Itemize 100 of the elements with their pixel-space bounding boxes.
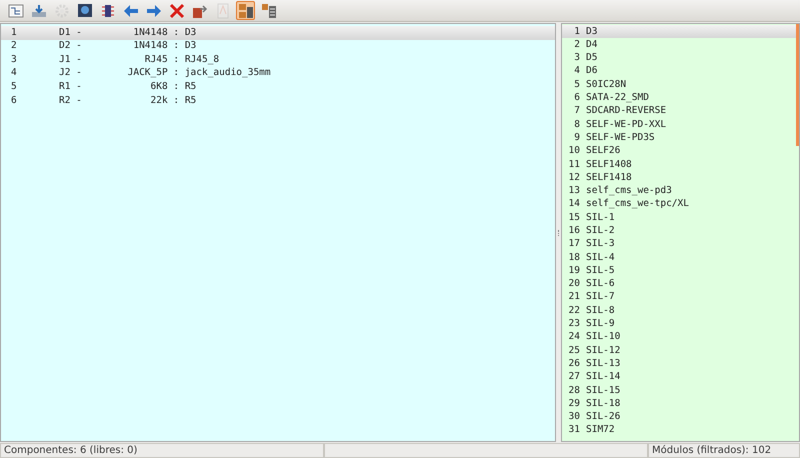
footprint-name: SIL-18 — [586, 396, 620, 411]
row-number: 16 — [568, 224, 580, 238]
row-number: 3 — [573, 51, 580, 66]
footprint-row[interactable]: 28 SIL-15 — [562, 384, 796, 398]
component-row[interactable]: 3 J1 - RJ45 : RJ45_8 — [1, 53, 555, 67]
footprint-name: SELF-WE-PD-XXL — [586, 118, 666, 132]
footprint-name: SIL-6 — [586, 277, 615, 292]
footprint-row[interactable]: 6 SATA-22_SMD — [562, 91, 796, 105]
row-number: 29 — [568, 396, 580, 411]
row-number: 14 — [568, 197, 580, 212]
component-text: D2 - 1N4148 : D3 — [59, 39, 196, 54]
footprint-row[interactable]: 10 SELF26 — [562, 144, 796, 158]
footprint-name: SIL-12 — [586, 344, 620, 358]
row-number: 31 — [568, 423, 580, 438]
footprint-row[interactable]: 15 SIL-1 — [562, 211, 796, 224]
footprint-row[interactable]: 19 SIL-5 — [562, 264, 796, 278]
footprint-name: SIL-3 — [586, 237, 615, 252]
row-number: 24 — [568, 330, 580, 344]
component-text: D1 - 1N4148 : D3 — [59, 26, 196, 40]
component-row[interactable]: 2 D2 - 1N4148 : D3 — [1, 40, 555, 54]
export-icon — [192, 2, 208, 18]
row-number: 4 — [10, 66, 18, 80]
footprint-name: self_cms_we-pd3 — [586, 184, 672, 198]
footprint-name: S0IC28N — [586, 78, 626, 92]
footprint-row[interactable]: 1 D3 — [562, 25, 796, 38]
row-number: 13 — [568, 184, 580, 198]
footprint-name: D6 — [586, 64, 598, 78]
footprint-name: SIM72 — [586, 423, 615, 438]
row-number: 5 — [573, 78, 580, 92]
footprint-row[interactable]: 25 SIL-12 — [562, 344, 796, 358]
row-number: 21 — [568, 290, 580, 304]
row-number: 8 — [573, 118, 580, 132]
row-number: 15 — [568, 210, 580, 225]
row-number: 6 — [573, 91, 580, 106]
footprint-name: SELF26 — [586, 144, 620, 158]
row-number: 12 — [568, 170, 580, 185]
footprint-row[interactable]: 4 D6 — [562, 64, 796, 78]
footprint-row[interactable]: 7 SDCARD-REVERSE — [562, 104, 796, 118]
pdf-icon — [214, 2, 230, 18]
component-row[interactable]: 1 D1 - 1N4148 : D3 — [1, 26, 555, 40]
footprint-row[interactable]: 21 SIL-7 — [562, 290, 796, 304]
footprint-name: SIL-14 — [586, 370, 620, 384]
component-row[interactable]: 6 R2 - 22k : R5 — [1, 94, 555, 108]
row-number: 17 — [568, 237, 580, 252]
footprint-name: SELF-WE-PD3S — [586, 130, 655, 145]
footprint-name: SIL-1 — [586, 210, 615, 225]
component-text: R2 - 22k : R5 — [59, 94, 196, 108]
footprint-row[interactable]: 18 SIL-4 — [562, 251, 796, 264]
footprint-row[interactable]: 26 SIL-13 — [562, 357, 796, 371]
row-number: 22 — [568, 304, 580, 318]
row-number: 11 — [568, 158, 580, 172]
footprint-row[interactable]: 2 D4 — [562, 38, 796, 52]
toolbar-button[interactable] — [167, 1, 186, 20]
row-number: 9 — [573, 130, 580, 145]
footprint-row[interactable]: 11 SELF1408 — [562, 158, 796, 172]
footprint-row[interactable]: 3 D5 — [562, 52, 796, 65]
footprint-name: SATA-22_SMD — [586, 91, 649, 106]
row-number: 7 — [573, 104, 580, 118]
list-icon — [260, 2, 276, 18]
footprint-name: SELF1408 — [586, 158, 632, 172]
status-field: Componentes: 6 (libres: 0) — [0, 443, 324, 458]
footprint-row[interactable]: 9 SELF-WE-PD3S — [562, 131, 796, 145]
row-number: 30 — [568, 410, 580, 424]
component-row[interactable]: 4 J2 - JACK_5P : jack_audio_35mm — [1, 66, 555, 80]
row-number: 19 — [568, 264, 580, 278]
footprint-row[interactable]: 27 SIL-14 — [562, 370, 796, 384]
row-number: 5 — [10, 80, 18, 94]
row-number: 2 — [10, 39, 18, 54]
footprint-row[interactable]: 30 SIL-26 — [562, 410, 796, 424]
footprint-name: D4 — [586, 38, 598, 52]
footprint-name: SDCARD-REVERSE — [586, 104, 666, 118]
toolbar-button[interactable] — [236, 1, 255, 20]
row-number: 23 — [568, 317, 580, 332]
footprint-row[interactable]: 14 self_cms_we-tpc/XL — [562, 198, 796, 212]
footprint-row[interactable]: 12 SELF1418 — [562, 171, 796, 185]
row-number: 27 — [568, 370, 580, 384]
row-number: 18 — [568, 250, 580, 265]
footprint-name: D3 — [586, 24, 598, 39]
footprint-row[interactable]: 16 SIL-2 — [562, 224, 796, 238]
footprint-row[interactable]: 20 SIL-6 — [562, 278, 796, 291]
footprint-row[interactable]: 8 SELF-WE-PD-XXL — [562, 118, 796, 132]
row-number: 25 — [568, 344, 580, 358]
footprint-row[interactable]: 5 S0IC28N — [562, 78, 796, 92]
component-text: R1 - 6K8 : R5 — [59, 80, 196, 94]
footprint-row[interactable]: 24 SIL-10 — [562, 330, 796, 344]
toolbar-button[interactable] — [75, 1, 94, 20]
row-number: 1 — [573, 24, 580, 39]
monitor-icon — [76, 2, 92, 18]
footprint-row[interactable]: 17 SIL-3 — [562, 238, 796, 252]
toolbar-button[interactable] — [259, 1, 278, 20]
footprint-row[interactable]: 29 SIL-18 — [562, 397, 796, 411]
footprint-row[interactable]: 31 SIM72 — [562, 424, 796, 438]
row-number: 20 — [568, 277, 580, 292]
row-number: 10 — [568, 144, 580, 158]
footprint-row[interactable]: 13 self_cms_we-pd3 — [562, 184, 796, 198]
row-number: 4 — [573, 64, 580, 78]
footprint-row[interactable]: 23 SIL-9 — [562, 318, 796, 331]
footprint-row[interactable]: 22 SIL-8 — [562, 304, 796, 318]
component-row[interactable]: 5 R1 - 6K8 : R5 — [1, 80, 555, 94]
component-text: J1 - RJ45 : RJ45_8 — [59, 52, 220, 67]
